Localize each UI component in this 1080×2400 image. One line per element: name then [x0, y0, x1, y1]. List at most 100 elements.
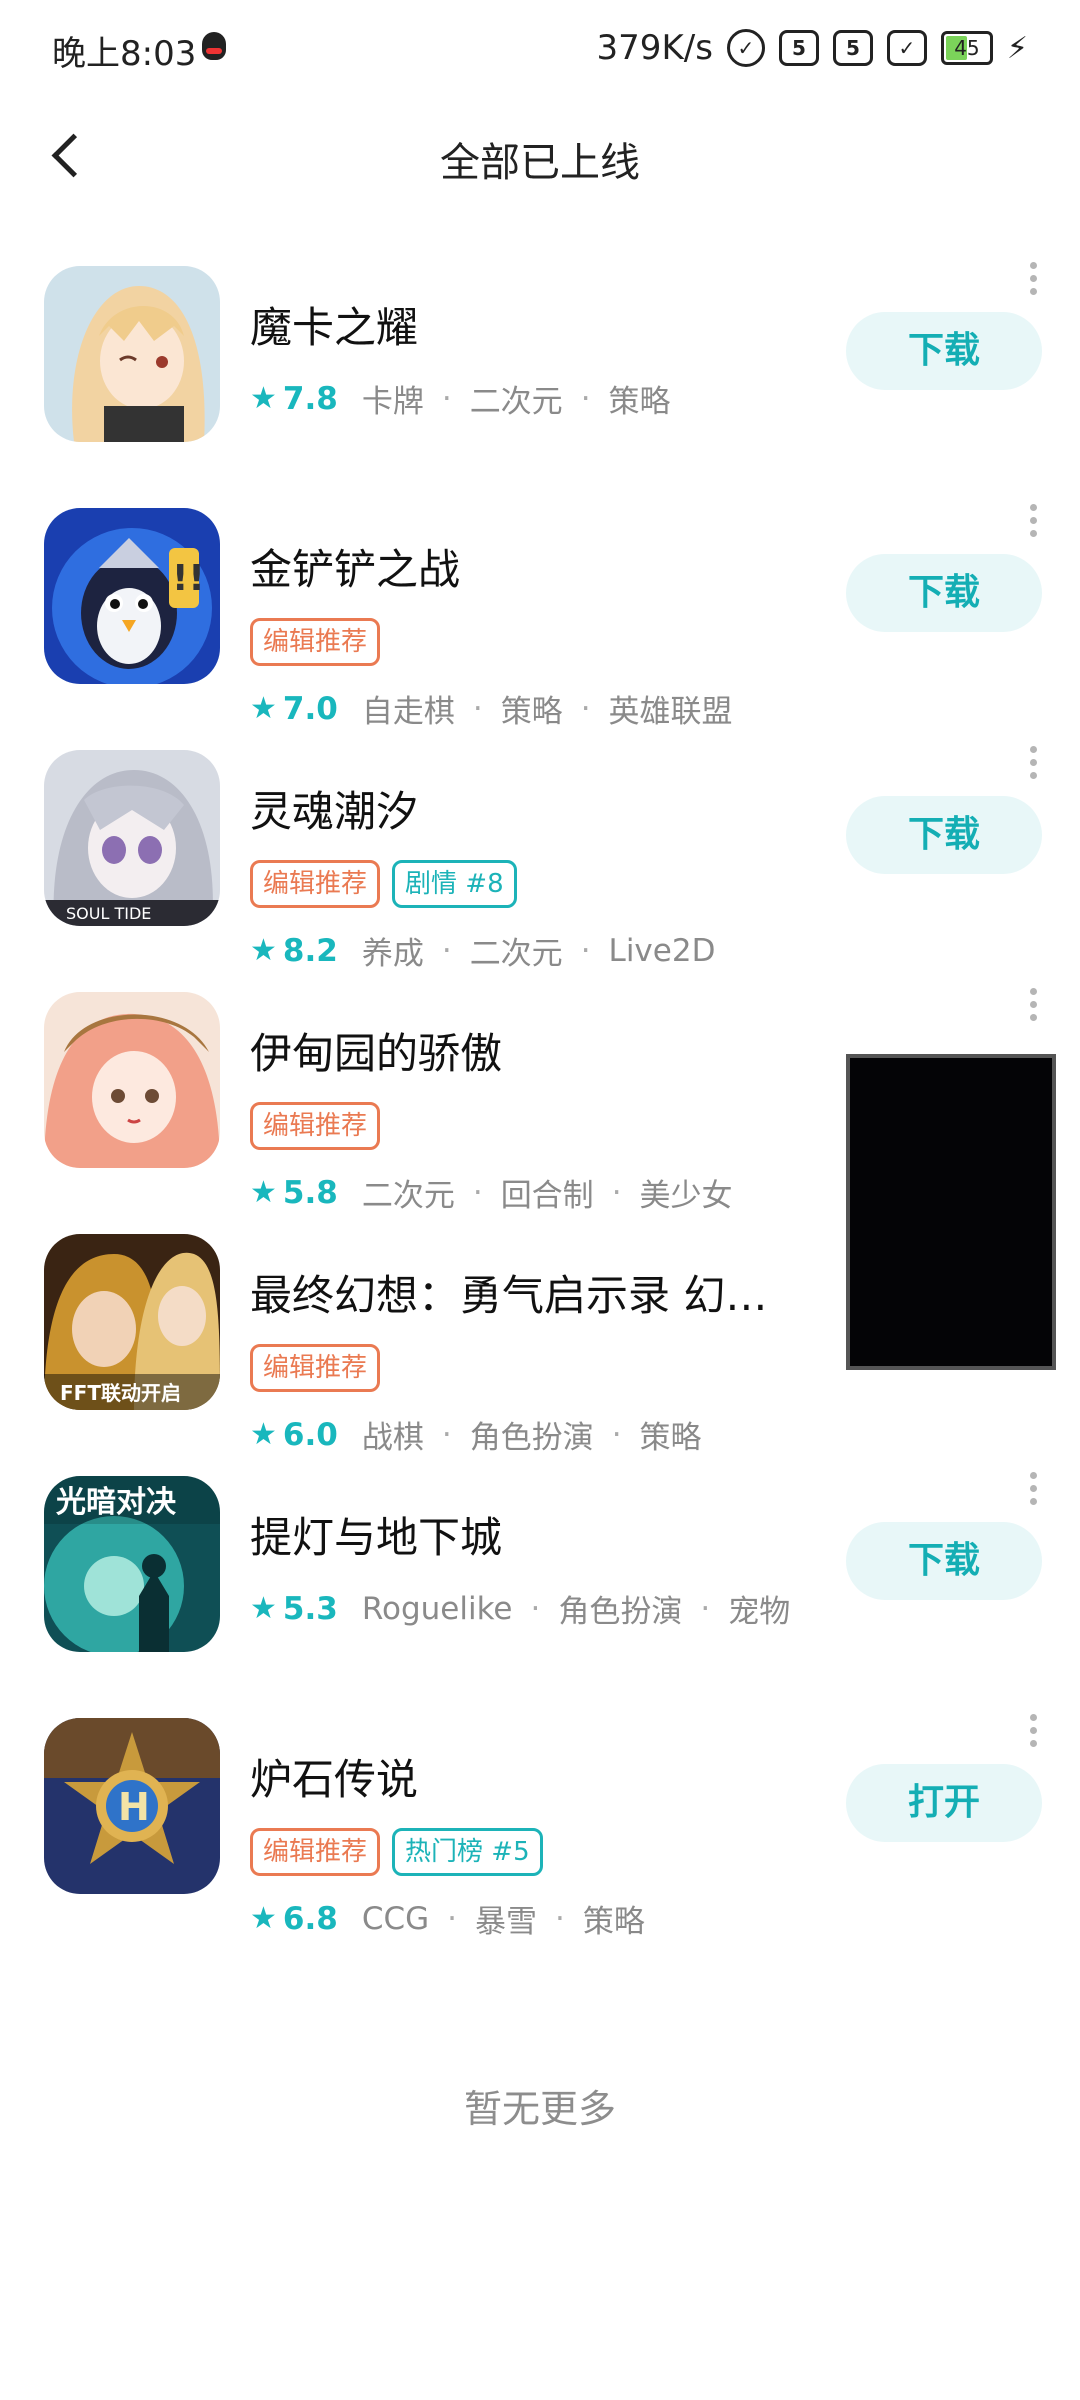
genre: 暴雪 [475, 1904, 538, 1940]
genre: 卡牌 [361, 384, 424, 420]
app-icon-hearthstone: H [44, 1718, 220, 1894]
app-icon-jinchanchan: !! [44, 508, 220, 684]
genre: 角色扮演 [469, 1420, 594, 1456]
genre: 美少女 [639, 1178, 733, 1214]
app-name: 提灯与地下城 [250, 1513, 503, 1562]
genre: 养成 [361, 936, 424, 972]
svg-text:H: H [118, 1785, 150, 1829]
genre: 策略 [608, 384, 671, 420]
star-icon: ★ [250, 1591, 277, 1626]
more-options-icon[interactable] [1026, 988, 1040, 1028]
genre: 宠物 [728, 1594, 791, 1630]
page-title: 全部已上线 [440, 140, 640, 186]
svg-text:!!: !! [172, 558, 205, 599]
download-button[interactable]: 下载 [846, 554, 1042, 632]
list-item[interactable]: 光暗对决 提灯与地下城 ★ 5.3 Roguelike · 角色扮演 · 宠物 下载 [0, 1460, 1080, 1702]
more-options-icon[interactable] [1026, 262, 1040, 302]
tag-editor-pick: 编辑推荐 [250, 1102, 381, 1150]
app-name: 伊甸园的骄傲 [250, 1029, 503, 1078]
app-score: 7.8 [282, 380, 338, 417]
app-name: 灵魂潮汐 [250, 787, 419, 836]
genre: 英雄联盟 [608, 694, 733, 730]
app-header: 全部已上线 [0, 96, 1080, 216]
list-item[interactable]: SOUL TIDE 灵魂潮汐 编辑推荐 剧情 #8 ★ 8.2 养成 · 二次元 ·… [0, 734, 1080, 976]
more-options-icon[interactable] [1026, 1714, 1040, 1754]
status-icons: 379K/s ✓ 5 5 ✓ 45 ⚡ [597, 24, 1028, 72]
battery-icon: 45 [940, 31, 993, 65]
genre: 策略 [500, 694, 563, 730]
genre: 自走棋 [361, 694, 455, 730]
app-icon-lantern-dungeon: 光暗对决 [44, 1476, 220, 1652]
app-name: 最终幻想：勇气启示录 幻… [250, 1271, 768, 1320]
app-tags: 编辑推荐 剧情 #8 [250, 860, 517, 908]
battery-level: 45 [954, 36, 980, 60]
app-meta: ★ 7.8 卡牌 · 二次元 · 策略 [250, 376, 671, 421]
black-overlay [846, 1054, 1056, 1370]
tag-editor-pick: 编辑推荐 [250, 1344, 381, 1392]
app-tags: 编辑推荐 [250, 1102, 381, 1150]
genre: 回合制 [500, 1178, 594, 1214]
star-icon: ★ [250, 381, 277, 416]
alarm-icon: ✓ [726, 29, 765, 67]
signal-sim2-icon: 5 [832, 30, 873, 66]
app-score: 5.3 [282, 1590, 338, 1627]
genre: 二次元 [469, 936, 563, 972]
list-item[interactable]: !! 金铲铲之战 编辑推荐 ★ 7.0 自走棋 · 策略 · 英雄联盟 下载 [0, 492, 1080, 734]
app-icon-soul-tide: SOUL TIDE [44, 750, 220, 926]
app-meta: ★ 5.8 二次元 · 回合制 · 美少女 [250, 1170, 733, 1215]
genre: 战棋 [361, 1420, 424, 1456]
genre: 策略 [639, 1420, 702, 1456]
genre: Live2D [608, 932, 716, 969]
genre: 二次元 [361, 1178, 455, 1214]
star-icon: ★ [250, 1901, 277, 1936]
app-meta: ★ 6.0 战棋 · 角色扮演 · 策略 [250, 1412, 702, 1457]
genre: 二次元 [469, 384, 563, 420]
app-icon-ffbe: FFT联动开启 [44, 1234, 220, 1410]
shield-icon: ✓ [886, 30, 927, 66]
more-options-icon[interactable] [1026, 504, 1040, 544]
network-speed: 379K/s [596, 28, 713, 68]
app-tags: 编辑推荐 热门榜 #5 [250, 1828, 543, 1876]
open-button[interactable]: 打开 [846, 1764, 1042, 1842]
download-button[interactable]: 下载 [846, 796, 1042, 874]
light-dark-logo-text: 光暗对决 [56, 1485, 176, 1520]
qq-icon [202, 32, 226, 60]
app-score: 6.0 [282, 1416, 338, 1453]
status-bar: 晚上8:03 379K/s ✓ 5 5 ✓ 45 ⚡ [0, 0, 1080, 96]
list-item[interactable]: H 炉石传说 编辑推荐 热门榜 #5 ★ 6.8 CCG · 暴雪 · 策略 打开 [0, 1702, 1080, 1944]
app-name: 魔卡之耀 [250, 303, 419, 352]
download-button[interactable]: 下载 [846, 1522, 1042, 1600]
app-score: 5.8 [282, 1174, 338, 1211]
star-icon: ★ [250, 1417, 277, 1452]
charging-icon: ⚡ [1006, 30, 1028, 66]
star-icon: ★ [250, 1175, 277, 1210]
app-tags: 编辑推荐 [250, 618, 381, 666]
more-options-icon[interactable] [1026, 1472, 1040, 1512]
tag-editor-pick: 编辑推荐 [250, 860, 381, 908]
app-meta: ★ 8.2 养成 · 二次元 · Live2D [250, 928, 715, 973]
app-icon-eden [44, 992, 220, 1168]
app-score: 6.8 [282, 1900, 338, 1937]
genre: 角色扮演 [558, 1594, 683, 1630]
app-icon-moka [44, 266, 220, 442]
star-icon: ★ [250, 933, 277, 968]
app-name: 金铲铲之战 [250, 545, 461, 594]
app-meta: ★ 5.3 Roguelike · 角色扮演 · 宠物 [250, 1586, 790, 1631]
app-tags: 编辑推荐 [250, 1344, 381, 1392]
star-icon: ★ [250, 691, 277, 726]
app-score: 8.2 [282, 932, 338, 969]
tag-editor-pick: 编辑推荐 [250, 618, 381, 666]
genre: CCG [361, 1900, 430, 1937]
signal-sim1-icon: 5 [778, 30, 819, 66]
soul-tide-logo-text: SOUL TIDE [66, 904, 151, 923]
fft-banner-text: FFT联动开启 [60, 1381, 181, 1405]
genre: 策略 [582, 1904, 645, 1940]
more-options-icon[interactable] [1026, 746, 1040, 786]
download-button[interactable]: 下载 [846, 312, 1042, 390]
tag-editor-pick: 编辑推荐 [250, 1828, 381, 1876]
list-item[interactable]: 魔卡之耀 ★ 7.8 卡牌 · 二次元 · 策略 下载 [0, 250, 1080, 492]
status-time: 晚上8:03 [52, 34, 197, 74]
no-more-text: 暂无更多 [463, 2087, 616, 2131]
tag-rank: 热门榜 #5 [392, 1828, 543, 1876]
genre: Roguelike [361, 1590, 513, 1627]
